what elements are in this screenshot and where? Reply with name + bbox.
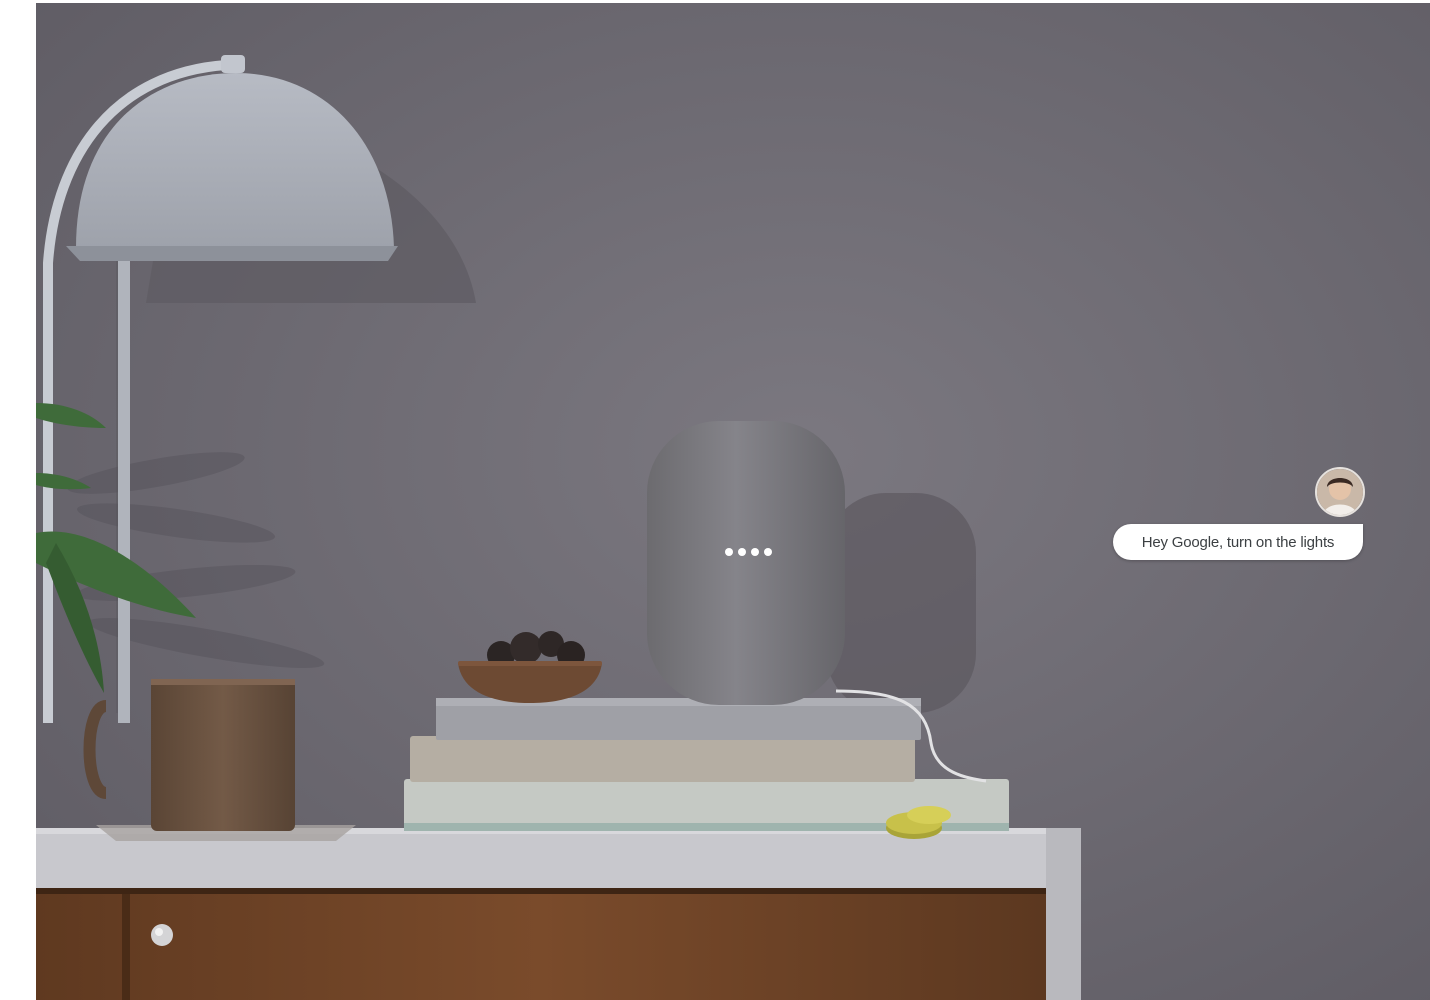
speaker-shadow [826,493,976,713]
smart-speaker [647,421,845,705]
user-avatar-icon [1315,467,1365,517]
dresser [36,828,1081,1000]
page: Hey Google, turn on the lights [0,0,1430,1000]
product-photo [36,3,1430,1000]
assistant-query-bubble: Hey Google, turn on the lights [1113,524,1363,560]
assistant-query-text: Hey Google, turn on the lights [1141,533,1335,551]
drawer-knob [151,924,173,946]
